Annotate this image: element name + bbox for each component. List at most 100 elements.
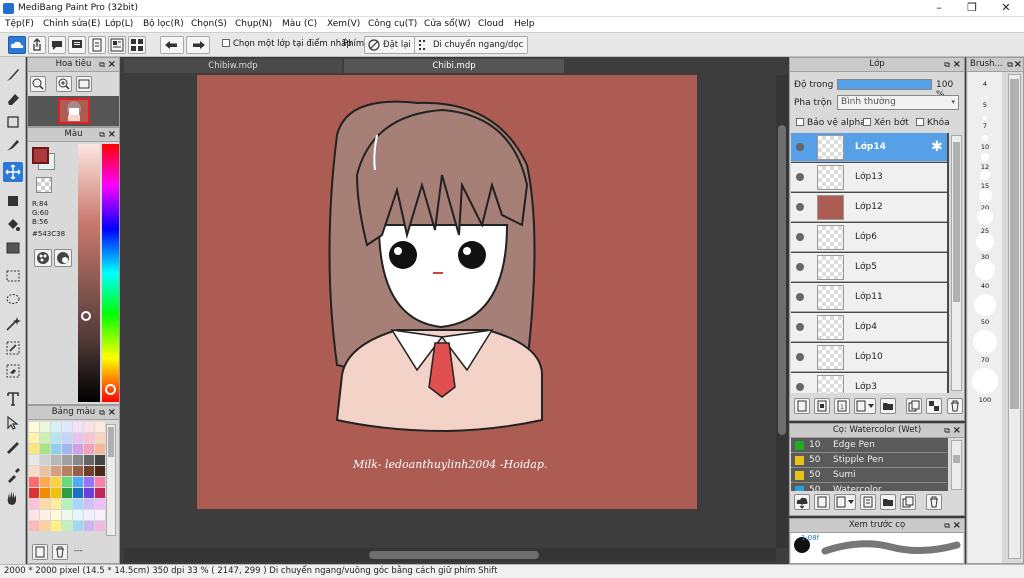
layer-row[interactable]: Lớp6 — [791, 223, 947, 252]
brush-size-item[interactable]: 7 — [968, 116, 1002, 130]
layer-row[interactable]: Lớp10 — [791, 343, 947, 372]
horizontal-scrollbar[interactable] — [124, 548, 776, 562]
brush-size-scrollbar[interactable] — [1008, 74, 1021, 559]
protect-alpha-checkbox[interactable] — [796, 118, 804, 126]
brush-settings-icon[interactable] — [860, 494, 876, 510]
float-icon[interactable]: ⧉ — [99, 128, 105, 141]
close-icon[interactable]: × — [108, 128, 116, 141]
eyedropper-tool-icon[interactable] — [3, 465, 23, 485]
menu-select[interactable]: Chọn(S) — [191, 19, 227, 29]
eye-icon[interactable] — [796, 383, 804, 391]
eraser-tool-icon[interactable] — [3, 89, 23, 109]
folder-icon[interactable] — [880, 494, 896, 510]
transparent-color-swatch[interactable] — [36, 177, 52, 193]
new-layer-icon[interactable] — [794, 398, 810, 414]
add-layer-menu-icon[interactable] — [854, 398, 876, 414]
text-tool-icon[interactable] — [3, 389, 23, 409]
close-icon[interactable]: × — [108, 406, 116, 419]
brush-size-item[interactable]: 4 — [968, 78, 1002, 88]
layer-scroll-thumb[interactable] — [953, 142, 960, 302]
brush-item[interactable]: 50 Sumi — [791, 468, 947, 483]
hue-slider[interactable] — [102, 144, 119, 402]
menu-layer[interactable]: Lớp(L) — [105, 19, 133, 29]
brush-size-item[interactable]: 70 — [968, 330, 1002, 364]
gear-icon[interactable]: ✱ — [931, 139, 943, 155]
brush-size-item[interactable]: 15 — [968, 170, 1002, 190]
eye-icon[interactable] — [796, 233, 804, 241]
page-icon[interactable] — [88, 36, 106, 54]
eye-icon[interactable] — [796, 263, 804, 271]
primary-color-swatch[interactable] — [32, 147, 49, 164]
lasso-tool-icon[interactable] — [3, 290, 23, 310]
brush-size-item[interactable]: 30 — [968, 233, 1002, 261]
panel-layout-icon[interactable] — [108, 36, 126, 54]
saturation-value-slider[interactable] — [78, 144, 100, 402]
zoom-in-icon[interactable] — [56, 76, 72, 92]
layer-row[interactable]: Lớp3 — [791, 373, 947, 393]
move-constraint-button[interactable]: Di chuyển ngang/dọc — [414, 36, 529, 54]
brush-size-item[interactable]: 50 — [968, 294, 1002, 326]
palette-scrollbar[interactable] — [106, 424, 116, 536]
float-icon[interactable]: ⧉ — [944, 519, 950, 532]
hue-handle[interactable] — [105, 384, 116, 395]
shape-tool-icon[interactable] — [3, 191, 23, 211]
new-halftone-layer-icon[interactable] — [814, 398, 830, 414]
comment-icon[interactable] — [48, 36, 66, 54]
duplicate-layer-icon[interactable] — [906, 398, 922, 414]
menu-cloud[interactable]: Cloud — [478, 19, 504, 29]
layer-row[interactable]: Lớp14 ✱ — [791, 133, 947, 162]
new-1bit-layer-icon[interactable]: 1 — [834, 398, 850, 414]
divide-tool-icon[interactable] — [3, 437, 23, 457]
menu-file[interactable]: Tệp(F) — [5, 19, 34, 29]
hand-tool-icon[interactable] — [3, 488, 23, 508]
zoom-out-icon[interactable] — [30, 76, 46, 92]
brush-size-item[interactable]: 12 — [968, 153, 1002, 171]
float-icon[interactable]: ⧉ — [99, 58, 105, 71]
new-palette-icon[interactable] — [32, 544, 48, 560]
eye-icon[interactable] — [796, 143, 804, 151]
maximize-button[interactable]: ❐ — [955, 0, 989, 17]
fit-icon[interactable] — [76, 76, 92, 92]
select-layer-option[interactable]: Chọn một lớp tại điểm nhấp — [222, 39, 352, 49]
layer-row[interactable]: Lớp4 — [791, 313, 947, 342]
menu-help[interactable]: Help — [514, 19, 535, 29]
select-eraser-tool-icon[interactable] — [3, 361, 23, 381]
protect-alpha-option[interactable]: Bảo vệ alpha — [796, 118, 866, 128]
brush-size-item[interactable]: 40 — [968, 260, 1002, 290]
close-icon[interactable]: × — [1014, 58, 1022, 71]
brush-size-item[interactable]: 10 — [968, 135, 1002, 151]
sv-handle[interactable] — [81, 311, 91, 321]
cloud-icon[interactable] — [8, 36, 26, 54]
brush-scroll-thumb[interactable] — [953, 455, 960, 463]
eye-icon[interactable] — [796, 293, 804, 301]
brush-size-scroll-thumb[interactable] — [1010, 79, 1019, 409]
brush-tool-icon[interactable] — [3, 65, 23, 85]
float-icon[interactable]: ⧉ — [944, 424, 950, 437]
share-icon[interactable] — [28, 36, 46, 54]
lock-checkbox[interactable] — [916, 118, 924, 126]
tab-chibiw[interactable]: Chibiw.mdp — [124, 59, 342, 73]
navigator-preview[interactable] — [28, 96, 119, 126]
dot-tool-icon[interactable] — [3, 112, 23, 132]
brush-item[interactable]: 10 Edge Pen — [791, 438, 947, 453]
gradient-tool-icon[interactable] — [3, 238, 23, 258]
eye-icon[interactable] — [796, 173, 804, 181]
float-icon[interactable]: ⧉ — [1007, 58, 1013, 71]
minimize-button[interactable]: – — [922, 0, 956, 17]
clip-checkbox[interactable] — [863, 118, 871, 126]
vertical-scrollbar[interactable] — [776, 75, 788, 548]
menu-edit[interactable]: Chỉnh sửa(E) — [43, 19, 100, 29]
brush-size-item[interactable]: 100 — [968, 368, 1002, 404]
eye-icon[interactable] — [796, 323, 804, 331]
artboard[interactable] — [197, 75, 697, 509]
folder-icon[interactable] — [880, 398, 896, 414]
menu-window[interactable]: Cửa sổ(W) — [424, 19, 470, 29]
menu-color[interactable]: Màu (C) — [282, 19, 317, 29]
move-tool-icon[interactable] — [3, 162, 23, 182]
color-mixer-icon[interactable] — [54, 249, 72, 267]
trash-icon[interactable] — [947, 398, 963, 414]
close-icon[interactable]: × — [953, 58, 961, 71]
cloud-download-icon[interactable] — [794, 494, 810, 510]
brush-item[interactable]: 50 Watercolor — [791, 483, 947, 491]
layer-row[interactable]: Lớp5 — [791, 253, 947, 282]
